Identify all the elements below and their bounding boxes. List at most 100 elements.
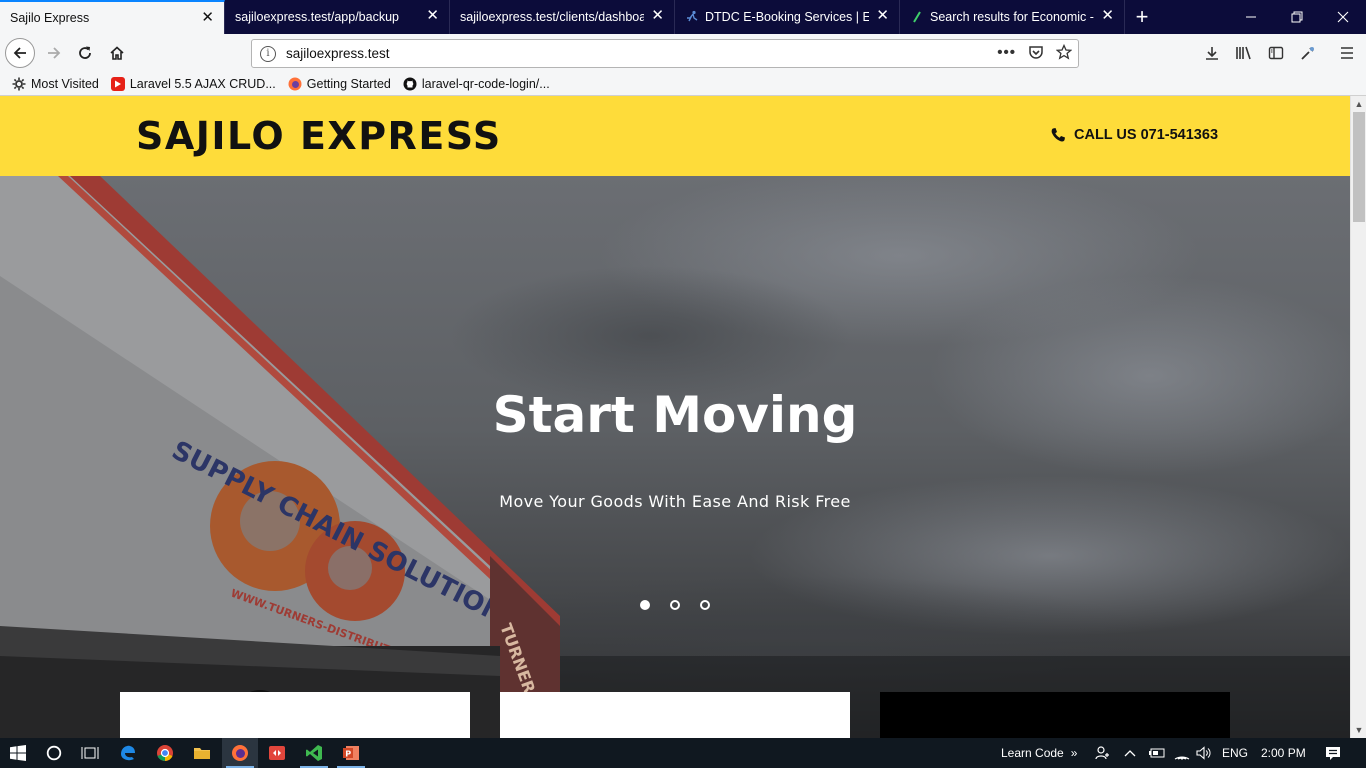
- start-button[interactable]: [0, 738, 36, 768]
- minimize-icon[interactable]: [1228, 0, 1274, 34]
- people-icon[interactable]: [1085, 738, 1121, 768]
- page-viewport: SAJILO EXPRESS CALL US 071-541363 SUPPLY…: [0, 96, 1350, 738]
- bookmark-most-visited[interactable]: Most Visited: [12, 77, 99, 91]
- battery-icon[interactable]: [1148, 738, 1166, 768]
- tab-title: sajiloexpress.test/clients/dashboard: [460, 10, 644, 24]
- truck-image: SUPPLY CHAIN SOLUTIONS WWW.TURNERS-DISTR…: [0, 176, 560, 738]
- page-actions-icon[interactable]: •••: [997, 44, 1016, 64]
- hamburger-menu-icon[interactable]: [1337, 43, 1357, 63]
- feature-card-3[interactable]: [880, 692, 1230, 738]
- tab-title: sajiloexpress.test/app/backup: [235, 10, 399, 24]
- slider-indicators: [640, 600, 710, 610]
- action-center-icon[interactable]: [1325, 738, 1341, 768]
- navigation-toolbar: i sajiloexpress.test •••: [0, 34, 1366, 72]
- windows-logo-icon: [10, 745, 26, 761]
- pocket-icon[interactable]: [1028, 44, 1044, 64]
- tab-app-backup[interactable]: sajiloexpress.test/app/backup ✕: [225, 0, 450, 34]
- hero-slider: SUPPLY CHAIN SOLUTIONS WWW.TURNERS-DISTR…: [0, 176, 1350, 738]
- close-tab-icon[interactable]: ✕: [426, 8, 439, 23]
- github-icon: [403, 77, 417, 91]
- bookmark-star-icon[interactable]: [1055, 43, 1073, 64]
- sidebar-icon[interactable]: [1266, 43, 1286, 63]
- learn-code-toolbar[interactable]: Learn Code »: [1001, 738, 1077, 768]
- url-text[interactable]: sajiloexpress.test: [286, 46, 390, 61]
- volume-icon[interactable]: [1196, 738, 1212, 768]
- bookmark-label: Laravel 5.5 AJAX CRUD...: [129, 76, 276, 91]
- task-view-icon[interactable]: [72, 738, 108, 768]
- runner-icon: [685, 10, 699, 24]
- call-us-text: CALL US 071-541363: [1074, 127, 1219, 143]
- scroll-down-icon[interactable]: ▼: [1351, 722, 1366, 738]
- close-tab-icon[interactable]: ✕: [651, 8, 664, 23]
- bookmark-laravel-ajax[interactable]: Laravel 5.5 AJAX CRUD...: [110, 76, 276, 91]
- info-icon[interactable]: i: [260, 45, 276, 62]
- reload-button[interactable]: [71, 39, 99, 67]
- clock[interactable]: 2:00 PM: [1261, 738, 1306, 768]
- close-tab-icon[interactable]: ✕: [876, 8, 889, 23]
- page-scrollbar[interactable]: ▲ ▼: [1350, 96, 1366, 738]
- slide-dot-1[interactable]: [640, 600, 650, 610]
- library-icon[interactable]: [1234, 43, 1254, 63]
- bookmark-label: Most Visited: [31, 76, 99, 91]
- forward-button[interactable]: [40, 39, 68, 67]
- arrow-right-icon: [48, 47, 61, 59]
- site-header: SAJILO EXPRESS CALL US 071-541363: [0, 96, 1350, 176]
- home-button[interactable]: [103, 39, 131, 67]
- address-bar[interactable]: i sajiloexpress.test •••: [251, 39, 1079, 68]
- downloads-icon[interactable]: [1202, 43, 1222, 63]
- language-indicator[interactable]: ENG: [1222, 738, 1248, 768]
- reload-icon: [79, 46, 91, 59]
- feature-card-1[interactable]: [120, 692, 470, 738]
- back-button[interactable]: [5, 38, 35, 68]
- bookmark-label: laravel-qr-code-login/...: [421, 76, 550, 91]
- chevron-right-icon: »: [1070, 746, 1078, 760]
- tab-strip: Sajilo Express ✕ sajiloexpress.test/app/…: [0, 0, 1366, 34]
- tab-search-results[interactable]: Search results for Economic - F ✕: [900, 0, 1125, 34]
- edge-icon[interactable]: [110, 738, 146, 768]
- eyedropper-icon[interactable]: [1298, 43, 1318, 63]
- file-explorer-icon[interactable]: [184, 738, 220, 768]
- hero-title: Start Moving: [492, 386, 858, 444]
- vscode-icon[interactable]: [296, 738, 332, 768]
- cortana-icon[interactable]: [36, 738, 72, 768]
- feature-card-2[interactable]: [500, 692, 850, 738]
- slide-dot-3[interactable]: [700, 600, 710, 610]
- close-tab-icon[interactable]: ✕: [1101, 8, 1114, 23]
- tab-sajilo-express[interactable]: Sajilo Express ✕: [0, 0, 225, 34]
- learn-code-label: Learn Code: [1001, 746, 1064, 760]
- scrollbar-thumb[interactable]: [1353, 112, 1365, 222]
- bookmark-getting-started[interactable]: Getting Started: [288, 77, 391, 91]
- app-red-icon[interactable]: [259, 738, 295, 768]
- tab-clients-dashboard[interactable]: sajiloexpress.test/clients/dashboard ✕: [450, 0, 675, 34]
- new-tab-button[interactable]: +: [1125, 0, 1159, 34]
- slide-dot-2[interactable]: [670, 600, 680, 610]
- chevron-up-icon[interactable]: [1124, 738, 1136, 768]
- tab-title: Search results for Economic - F: [930, 10, 1094, 24]
- tab-title: DTDC E-Booking Services | Easi: [705, 10, 869, 24]
- svg-text:P: P: [345, 750, 351, 759]
- windows-taskbar: P Learn Code » ENG 2:00 PM: [0, 738, 1366, 768]
- call-us[interactable]: CALL US 071-541363: [1050, 127, 1218, 143]
- close-tab-icon[interactable]: ✕: [201, 10, 214, 25]
- arrow-left-icon: [13, 47, 26, 59]
- chrome-icon[interactable]: [147, 738, 183, 768]
- close-window-icon[interactable]: [1320, 0, 1366, 34]
- wifi-icon[interactable]: [1174, 738, 1190, 768]
- home-icon: [110, 46, 124, 60]
- bookmarks-toolbar: Most Visited Laravel 5.5 AJAX CRUD... Ge…: [0, 72, 1366, 96]
- gear-icon: [12, 77, 26, 91]
- hero-subtitle: Move Your Goods With Ease And Risk Free: [499, 492, 851, 511]
- powerpoint-icon[interactable]: P: [333, 738, 369, 768]
- youtube-icon: [110, 76, 125, 91]
- firefox-taskbar-icon[interactable]: [222, 738, 258, 768]
- scroll-up-icon[interactable]: ▲: [1351, 96, 1366, 112]
- firefox-icon: [288, 77, 302, 91]
- site-logo[interactable]: SAJILO EXPRESS: [136, 114, 502, 158]
- tab-title: Sajilo Express: [10, 11, 90, 25]
- leaf-icon: [910, 10, 924, 24]
- bookmark-label: Getting Started: [306, 76, 391, 91]
- phone-icon: [1051, 128, 1065, 142]
- restore-icon[interactable]: [1274, 0, 1320, 34]
- bookmark-laravel-qr[interactable]: laravel-qr-code-login/...: [403, 77, 550, 91]
- tab-dtdc[interactable]: DTDC E-Booking Services | Easi ✕: [675, 0, 900, 34]
